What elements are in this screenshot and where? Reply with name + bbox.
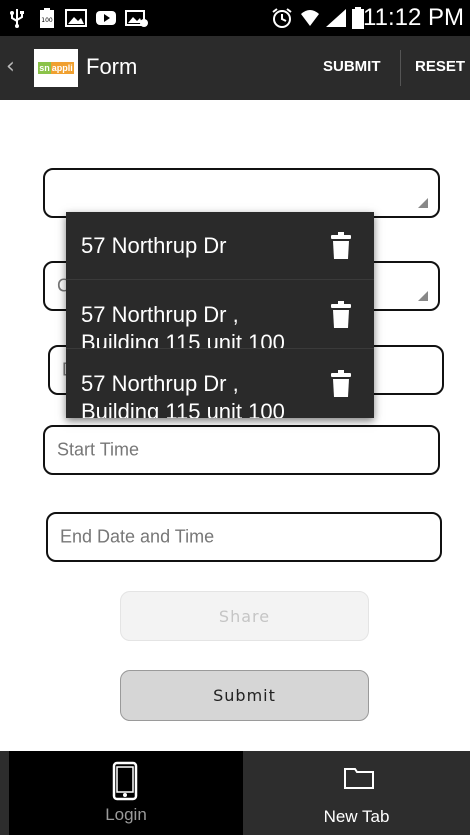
suggestion-item[interactable]: 57 Northrup Dr [66, 212, 374, 280]
alarm-icon [270, 7, 294, 29]
trash-icon[interactable] [330, 232, 352, 260]
suggestion-item[interactable]: 57 Northrup Dr , Building 115 unit 100 [66, 281, 374, 349]
tab-bar-edge [0, 751, 9, 835]
reset-action-button[interactable]: RESET [415, 58, 465, 75]
address-dropdown-field[interactable] [43, 168, 440, 218]
trash-icon[interactable] [330, 370, 352, 398]
action-bar: ‹ sn appli Form SUBMIT RESET [0, 36, 470, 100]
dropdown-caret-icon [418, 198, 428, 208]
youtube-icon [94, 7, 118, 29]
folder-icon [344, 767, 374, 793]
dropdown-caret-icon [418, 291, 428, 301]
submit-action-button[interactable]: SUBMIT [323, 58, 381, 75]
tab-new-tab[interactable]: New Tab [243, 751, 470, 835]
status-time: 11:12 PM [363, 4, 464, 31]
signal-icon [324, 7, 348, 29]
page-title: Form [86, 54, 138, 79]
usb-icon [8, 7, 26, 29]
tab-label-login: Login [105, 805, 147, 824]
trash-icon[interactable] [330, 301, 352, 329]
svg-text:100: 100 [41, 17, 53, 24]
wifi-icon [298, 7, 322, 29]
submit-button[interactable]: Submit [120, 670, 369, 721]
battery-100-icon: 100 [36, 7, 58, 29]
image-icon [64, 7, 88, 29]
suggestion-item[interactable]: 57 Northrup Dr , Building 115 unit 100 [66, 350, 374, 418]
autocomplete-popup: 57 Northrup Dr 57 Northrup Dr , Building… [66, 212, 374, 418]
app-logo[interactable]: sn appli [34, 49, 78, 87]
phone-icon [112, 761, 138, 805]
end-date-time-field[interactable]: End Date and Time [46, 512, 442, 562]
action-divider [400, 50, 401, 86]
start-time-field[interactable]: Start Time [43, 425, 440, 475]
tab-label-new-tab: New Tab [323, 807, 390, 826]
back-icon[interactable]: ‹ [6, 54, 15, 79]
status-bar: 100 11:12 PM [0, 0, 470, 36]
gallery-icon [124, 7, 150, 29]
share-button[interactable]: Share [120, 591, 369, 641]
tab-login[interactable]: Login [9, 751, 243, 835]
